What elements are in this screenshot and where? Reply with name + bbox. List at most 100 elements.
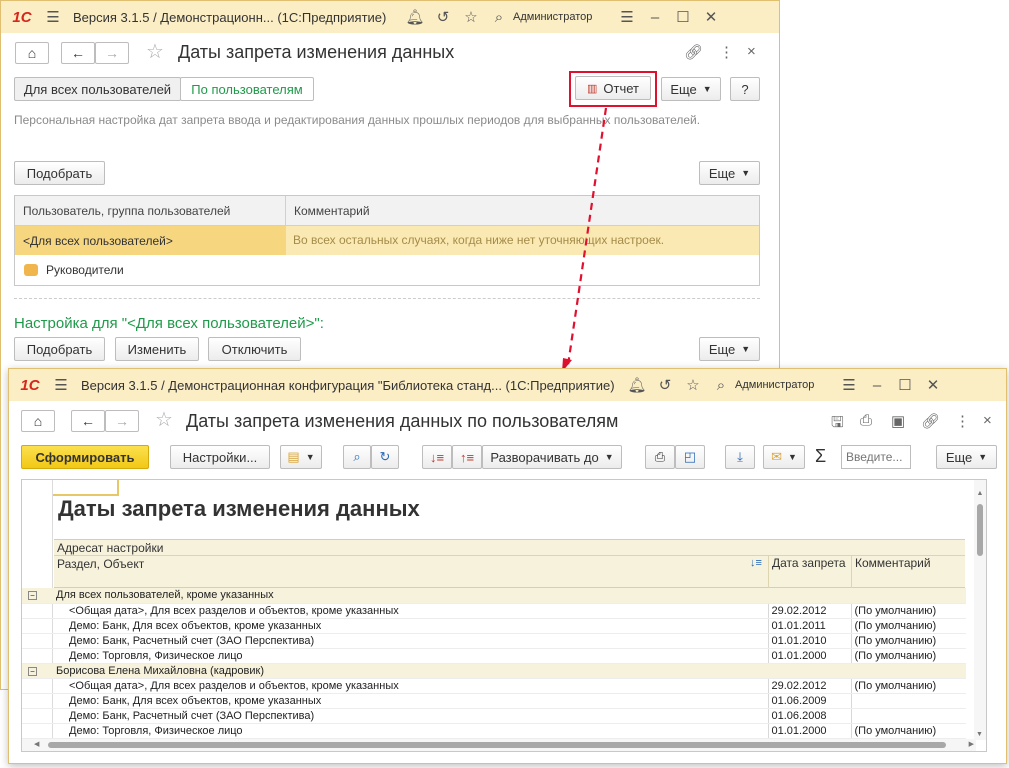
settings-menu-icon[interactable]: ☰ <box>835 376 863 394</box>
history-icon[interactable]: ↺ <box>651 376 679 394</box>
scroll-thumb[interactable] <box>977 504 983 556</box>
close-icon[interactable]: ✕ <box>919 376 947 394</box>
pick-button-2[interactable]: Подобрать <box>14 337 105 361</box>
favorite-star-icon[interactable]: ☆ <box>155 407 173 432</box>
report-row[interactable]: Демо: Банк, Для всех объектов, кроме ука… <box>22 693 966 709</box>
table-row[interactable]: <Для всех пользователей> Во всех остальн… <box>15 226 759 255</box>
more-menu-icon[interactable]: ⋮ <box>719 43 734 61</box>
cell-date: 01.01.2011 <box>767 618 851 634</box>
minimize-icon[interactable]: – <box>641 9 669 26</box>
back-button[interactable]: ← <box>71 410 105 432</box>
report-group-row[interactable]: − Для всех пользователей, кроме указанных <box>22 588 966 604</box>
scroll-down-icon[interactable]: ▼ <box>976 731 983 738</box>
report-row[interactable]: Демо: Банк, Для всех объектов, кроме ука… <box>22 618 966 634</box>
variant-button[interactable]: ▤ ▼ <box>280 445 322 469</box>
more-button-3[interactable]: Еще ▼ <box>699 337 760 361</box>
menu-icon[interactable]: ☰ <box>39 8 67 26</box>
report-body: − Для всех пользователей, кроме указанных… <box>22 588 966 739</box>
more-menu-icon[interactable]: ⋮ <box>955 412 970 430</box>
link-icon[interactable]: 🔗︎ <box>684 43 703 61</box>
forward-button[interactable]: → <box>95 42 129 64</box>
vertical-scrollbar[interactable]: ▲ ▼ <box>974 480 986 740</box>
report-row[interactable]: Демо: Банк, Расчетный счет (ЗАО Перспект… <box>22 708 966 724</box>
scroll-thumb-h[interactable] <box>48 742 946 748</box>
back-button[interactable]: ← <box>61 42 95 64</box>
print-preview-button[interactable]: ◰ <box>675 445 705 469</box>
more-button[interactable]: Еще ▼ <box>661 77 721 101</box>
report-row[interactable]: Демо: Торговля, Физическое лицо 01.01.200… <box>22 648 966 664</box>
scroll-left-icon[interactable]: ◀ <box>34 740 39 748</box>
download-button[interactable]: ⤓ <box>725 445 755 469</box>
star-icon[interactable]: ☆ <box>457 8 485 26</box>
change-button[interactable]: Изменить <box>115 337 199 361</box>
bell-icon[interactable]: 🔔︎ <box>623 376 651 394</box>
history-icon[interactable]: ↺ <box>429 8 457 26</box>
sort-asc-button[interactable]: ↑≡ <box>452 445 482 469</box>
help-button[interactable]: ? <box>730 77 760 101</box>
report-row[interactable]: <Общая дата>, Для всех разделов и объект… <box>22 678 966 694</box>
cell-comment: (По умолчанию) <box>850 723 966 739</box>
forward-button[interactable]: → <box>105 410 139 432</box>
cell-object: Демо: Торговля, Физическое лицо <box>53 648 768 664</box>
generate-button[interactable]: Сформировать <box>21 445 149 469</box>
print-button[interactable]: ⎙ <box>645 445 675 469</box>
header-comment: Комментарий <box>851 556 965 588</box>
report-row[interactable]: <Общая дата>, Для всех разделов и объект… <box>22 603 966 619</box>
favorite-star-icon[interactable]: ☆ <box>146 39 164 64</box>
save-icon[interactable]: 🖫︎ <box>831 412 844 437</box>
table-row[interactable]: Руководители <box>15 255 759 284</box>
star-icon[interactable]: ☆ <box>679 376 707 394</box>
disable-button[interactable]: Отключить <box>208 337 301 361</box>
more-label: Еще <box>945 449 973 465</box>
titlebar: 1С ☰ Версия 3.1.5 / Демонстрационн... (1… <box>1 1 779 33</box>
titlebar: 1С ☰ Версия 3.1.5 / Демонстрационная кон… <box>9 369 1006 401</box>
col-user-header: Пользователь, группа пользователей <box>15 195 286 226</box>
minimize-icon[interactable]: – <box>863 377 891 394</box>
print-icon[interactable]: ⎙ <box>860 412 872 429</box>
cell-date: 01.01.2000 <box>767 723 851 739</box>
link-icon[interactable]: 🔗︎ <box>921 412 940 430</box>
bell-icon[interactable]: 🔔︎ <box>401 8 429 26</box>
close-form-icon[interactable]: × <box>983 412 992 429</box>
more-label: Еще <box>708 341 736 357</box>
home-button[interactable]: ⌂ <box>21 410 55 432</box>
home-button[interactable]: ⌂ <box>15 42 49 64</box>
report-row[interactable]: Демо: Банк, Расчетный счет (ЗАО Перспект… <box>22 633 966 649</box>
maximize-icon[interactable]: ☐ <box>669 8 697 26</box>
report-button[interactable]: ▥ Отчет <box>575 76 651 100</box>
more-label: Еще <box>670 81 697 97</box>
search-input[interactable] <box>841 445 911 469</box>
sum-icon[interactable]: Σ <box>815 446 826 467</box>
cell-date: 01.01.2000 <box>767 648 851 664</box>
sort-desc-button[interactable]: ↓≡ <box>422 445 452 469</box>
menu-icon[interactable]: ☰ <box>47 376 75 394</box>
search-icon[interactable]: ⌕ <box>485 9 513 26</box>
horizontal-scrollbar[interactable]: ◀ ▶ <box>22 739 976 751</box>
find-next-button[interactable]: ↻ <box>371 445 399 469</box>
close-icon[interactable]: ✕ <box>697 8 725 26</box>
toggle-all-users[interactable]: Для всех пользователей <box>14 77 181 101</box>
maximize-icon[interactable]: ☐ <box>891 376 919 394</box>
settings-button[interactable]: Настройки... <box>170 445 270 469</box>
cell-object: <Общая дата>, Для всех разделов и объект… <box>53 678 768 694</box>
search-icon[interactable]: ⌕ <box>707 377 735 394</box>
close-form-icon[interactable]: × <box>747 43 756 60</box>
collapse-icon[interactable]: − <box>28 591 37 601</box>
download-icon: ⤓ <box>737 449 743 464</box>
preview-icon[interactable]: ▣ <box>891 412 905 430</box>
chevron-down-icon: ▼ <box>978 452 988 462</box>
scroll-up-icon[interactable]: ▲ <box>974 490 986 497</box>
pick-button[interactable]: Подобрать <box>14 161 105 185</box>
expand-to-button[interactable]: Разворачивать до ▼ <box>482 445 622 469</box>
scroll-right-icon[interactable]: ▶ <box>969 740 974 748</box>
settings-menu-icon[interactable]: ☰ <box>613 8 641 26</box>
report-row[interactable]: Демо: Торговля, Физическое лицо 01.01.200… <box>22 723 966 739</box>
group-name: Борисова Елена Михайловна (кадровик) <box>53 663 966 679</box>
collapse-icon[interactable]: − <box>28 666 37 676</box>
email-button[interactable]: ✉ ▼ <box>763 445 805 469</box>
toggle-by-users[interactable]: По пользователям <box>180 77 314 101</box>
find-button[interactable]: ⌕ <box>343 445 371 469</box>
more-button-2[interactable]: Еще ▼ <box>699 161 760 185</box>
more-button[interactable]: Еще ▼ <box>936 445 997 469</box>
report-group-row[interactable]: − Борисова Елена Михайловна (кадровик) <box>22 663 966 679</box>
